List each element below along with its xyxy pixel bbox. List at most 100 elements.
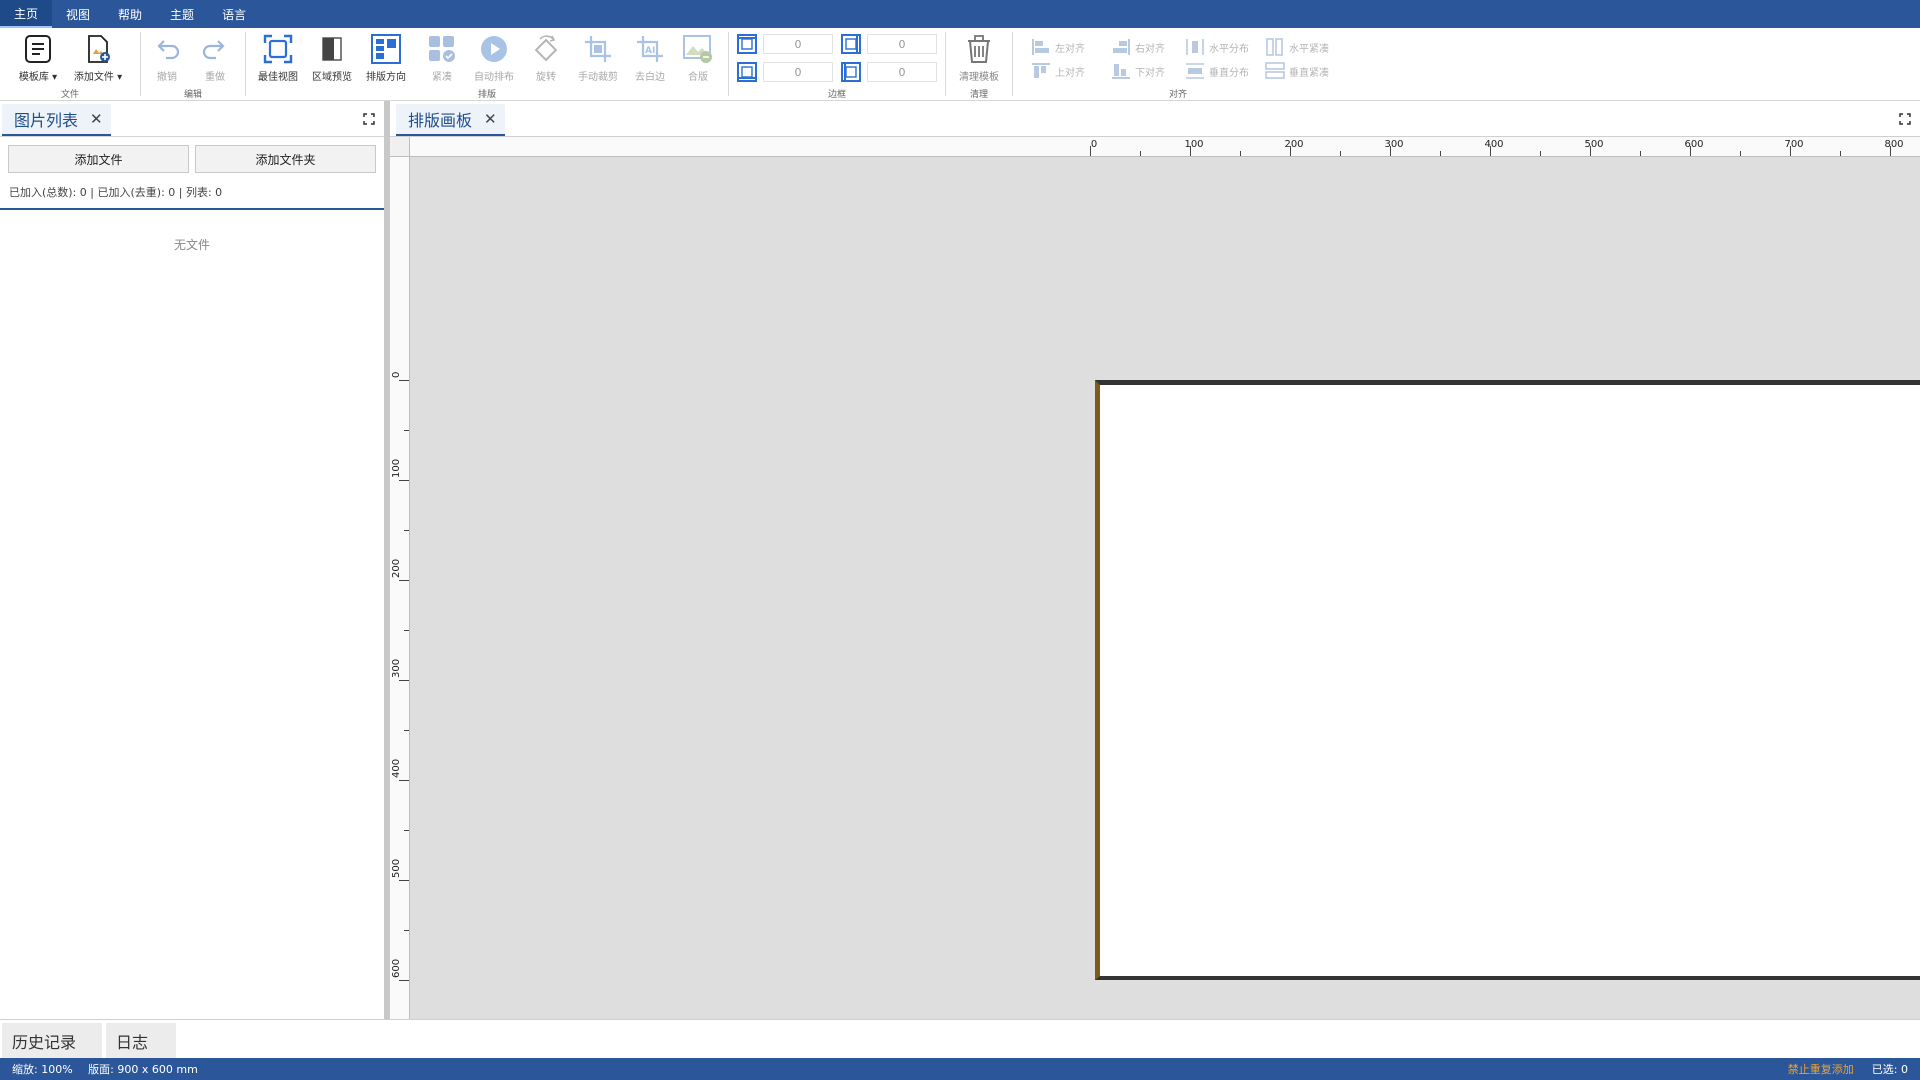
region-preview-button[interactable]: 区域预览 (306, 32, 358, 84)
no-duplicate-toggle[interactable]: 禁止重复添加 (1788, 1061, 1854, 1077)
clean-template-button[interactable]: 清理模板 (953, 32, 1005, 84)
ruler-label: 700 (1784, 139, 1804, 150)
compact-horizontal-icon (1266, 38, 1283, 56)
left-align-label: 左对齐 (1055, 43, 1085, 55)
menu-home[interactable]: 主页 (0, 0, 53, 28)
layout-page[interactable] (1095, 380, 1920, 980)
bottom-align-button[interactable]: 下对齐 (1111, 62, 1165, 80)
tab-history[interactable]: 历史记录 (2, 1023, 102, 1058)
clean-group-label: 清理 (969, 90, 988, 100)
right-align-label: 右对齐 (1135, 43, 1165, 55)
undo-label: 撤销 (157, 72, 177, 83)
vertical-ruler: 0 100 200 300 400 500 600 (390, 157, 410, 1019)
tab-log[interactable]: 日志 (106, 1023, 176, 1058)
v-compact-button[interactable]: 垂直紧凑 (1265, 62, 1329, 80)
margin-bottom-input[interactable] (763, 62, 833, 82)
template-library-button[interactable]: 模板库 ▾ (12, 32, 64, 84)
add-folder-button[interactable]: 添加文件夹 (195, 145, 376, 173)
ruler-tick (404, 730, 409, 731)
redo-icon (198, 32, 232, 66)
ruler-tick (404, 830, 409, 831)
manual-crop-button[interactable]: 手动裁剪 (572, 32, 624, 84)
h-compact-label: 水平紧凑 (1289, 43, 1329, 55)
image-list-title: 图片列表 (14, 111, 79, 130)
ruler-label: 800 (1884, 139, 1904, 150)
best-view-button[interactable]: 最佳视图 (252, 32, 304, 84)
ruler-label: 400 (391, 758, 402, 778)
ruler-tick (1140, 151, 1141, 156)
ruler-label: 100 (1184, 139, 1204, 150)
layout-group: 最佳视图 区域预览 排版方向 紧凑 自动排布 旋转 手动裁剪 AI 去白边 合版… (246, 28, 728, 101)
top-align-button[interactable]: 上对齐 (1031, 62, 1085, 80)
close-icon[interactable]: ✕ (90, 110, 103, 128)
menu-help[interactable]: 帮助 (104, 0, 156, 28)
add-file-ribbon-button[interactable]: 添加文件 ▾ (72, 32, 124, 84)
region-preview-label: 区域预览 (312, 72, 352, 83)
tab-layout-canvas[interactable]: 排版画板 ✕ (396, 104, 505, 136)
h-distribute-button[interactable]: 水平分布 (1185, 38, 1249, 56)
merge-label: 合版 (688, 72, 708, 83)
redo-button[interactable]: 重做 (189, 32, 241, 84)
image-stats-text: 已加入(总数): 0 | 已加入(去重): 0 | 列表: 0 (0, 179, 384, 210)
h-compact-button[interactable]: 水平紧凑 (1265, 38, 1329, 56)
ruler-tick (1440, 151, 1441, 156)
best-view-label: 最佳视图 (258, 72, 298, 83)
margin-top-input[interactable] (763, 34, 833, 54)
right-align-button[interactable]: 右对齐 (1111, 38, 1165, 56)
layout-direction-button[interactable]: 排版方向 (360, 32, 412, 84)
menu-language[interactable]: 语言 (208, 0, 260, 28)
empty-list-text: 无文件 (173, 238, 210, 252)
ai-crop-icon: AI (633, 32, 667, 66)
rotate-label: 旋转 (536, 72, 556, 83)
svg-text:AI: AI (645, 46, 655, 56)
status-bar: 缩放: 100% 版面: 900 x 600 mm 禁止重复添加 已选: 0 (0, 1058, 1920, 1080)
trim-white-button[interactable]: AI 去白边 (624, 32, 676, 84)
rotate-button[interactable]: 旋转 (520, 32, 572, 84)
layout-direction-label: 排版方向 (366, 72, 406, 83)
bottom-align-label: 下对齐 (1135, 67, 1165, 79)
ribbon-toolbar: 模板库 ▾ 添加文件 ▾ 文件 撤销 重做 编辑 最佳视图 区域预览 排版方向 … (0, 28, 1920, 101)
compact-button[interactable]: 紧凑 (416, 32, 468, 84)
crop-icon (581, 32, 615, 66)
auto-layout-button[interactable]: 自动排布 (468, 32, 520, 84)
ruler-label: 500 (1584, 139, 1604, 150)
align-left-icon (1032, 39, 1049, 55)
ruler-label: 400 (1484, 139, 1504, 150)
left-align-button[interactable]: 左对齐 (1031, 38, 1085, 56)
ruler-tick (404, 430, 409, 431)
redo-label: 重做 (205, 72, 225, 83)
v-compact-label: 垂直紧凑 (1289, 67, 1329, 79)
undo-button[interactable]: 撤销 (141, 32, 193, 84)
menu-theme[interactable]: 主题 (156, 0, 208, 28)
template-library-label: 模板库 (18, 72, 49, 83)
ruler-tick (404, 930, 409, 931)
undo-icon (150, 32, 184, 66)
ruler-tick (399, 880, 409, 881)
template-library-icon (21, 32, 55, 66)
tab-image-list[interactable]: 图片列表 ✕ (2, 104, 111, 136)
close-icon[interactable]: ✕ (484, 110, 497, 128)
auto-layout-label: 自动排布 (474, 72, 514, 83)
margin-left-input[interactable] (867, 62, 937, 82)
trash-icon (962, 32, 996, 66)
add-file-button[interactable]: 添加文件 (8, 145, 189, 173)
best-view-icon (261, 32, 295, 66)
compact-vertical-icon (1265, 62, 1285, 79)
v-distribute-button[interactable]: 垂直分布 (1185, 62, 1249, 80)
compact-label: 紧凑 (432, 72, 452, 83)
ruler-label: 300 (391, 658, 402, 678)
menu-view[interactable]: 视图 (52, 0, 104, 28)
margin-group: 边框 (729, 28, 945, 101)
edit-group: 撤销 重做 编辑 (141, 28, 245, 101)
ruler-label: 200 (391, 558, 402, 578)
maximize-icon[interactable] (362, 111, 376, 130)
margin-right-input[interactable] (867, 34, 937, 54)
bottom-tabbar: 历史记录 日志 (0, 1019, 1920, 1058)
maximize-icon[interactable] (1898, 111, 1912, 130)
v-distribute-label: 垂直分布 (1209, 67, 1249, 79)
merge-button[interactable]: 合版 (672, 32, 724, 84)
margin-group-label: 边框 (827, 90, 846, 100)
ruler-label: 0 (391, 371, 402, 378)
manual-crop-label: 手动裁剪 (578, 72, 618, 83)
ruler-tick (1640, 151, 1641, 156)
